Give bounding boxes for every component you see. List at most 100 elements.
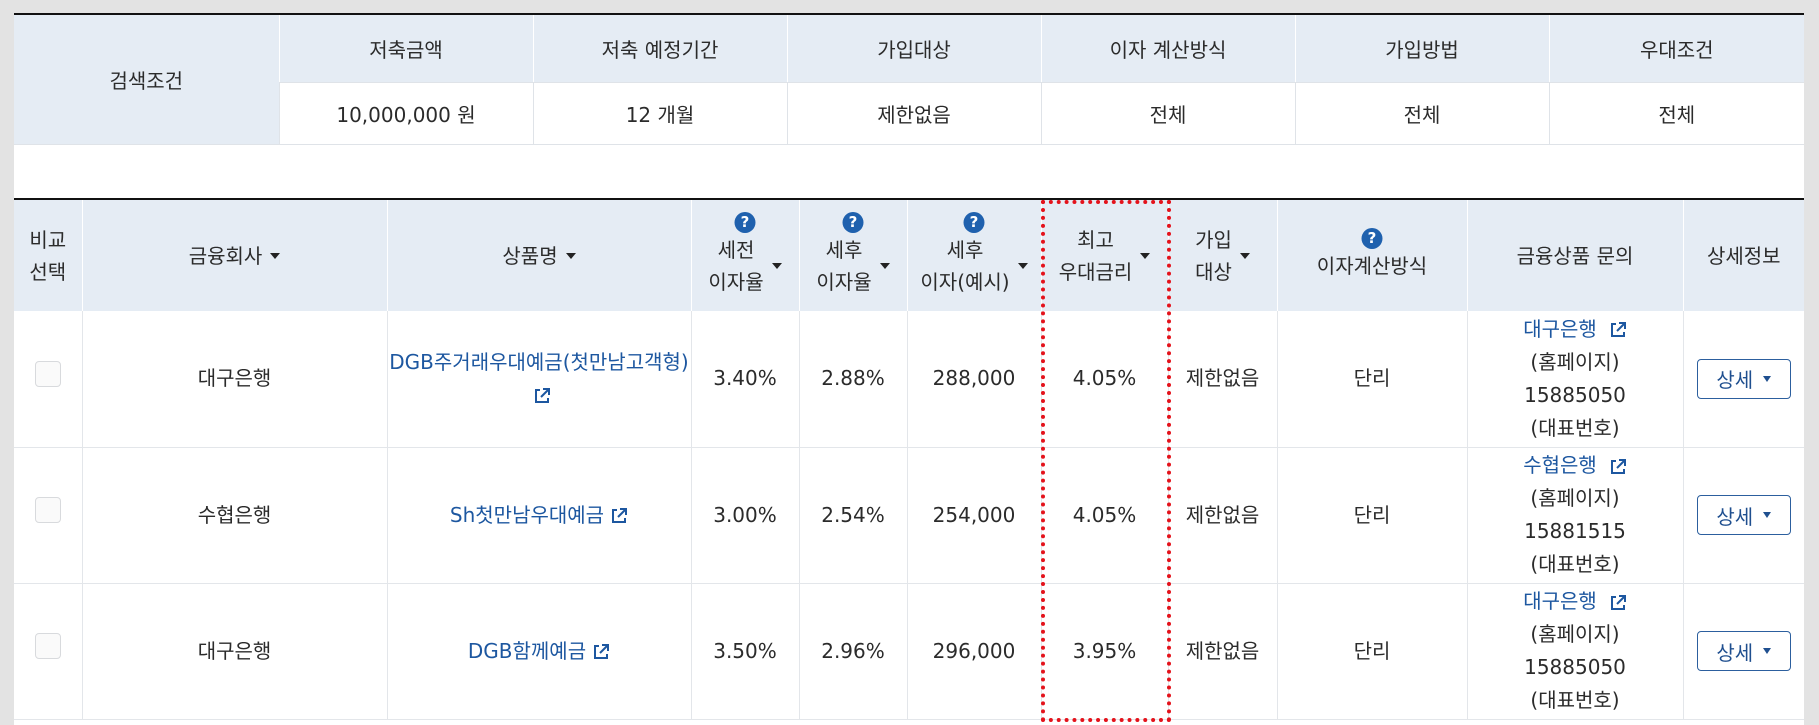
- header-product[interactable]: 상품명: [386, 199, 691, 311]
- header-pretax-rate[interactable]: ? 세전이자율: [690, 199, 799, 311]
- product-link[interactable]: DGB함께예금: [468, 639, 610, 663]
- header-detail: 상세정보: [1682, 199, 1804, 311]
- detail-button[interactable]: 상세: [1696, 358, 1791, 399]
- external-link-icon: [1610, 594, 1626, 610]
- help-icon[interactable]: ?: [842, 212, 864, 233]
- condition-value-preferential: 전체: [1548, 82, 1804, 145]
- product-link[interactable]: DGB주거래우대예금(첫만남고객형): [389, 349, 689, 407]
- chevron-down-icon: [1763, 648, 1772, 654]
- header-company-label: 금융회사: [188, 243, 263, 268]
- condition-value-period: 12 개월: [532, 82, 787, 145]
- aftertax-rate-cell: 2.54%: [798, 447, 907, 584]
- sort-arrow-icon: [565, 252, 576, 259]
- pretax-rate-cell: 3.00%: [690, 447, 799, 584]
- max-rate-cell: 4.05%: [1040, 447, 1168, 584]
- help-icon[interactable]: ?: [1361, 228, 1383, 249]
- detail-cell: 상세: [1682, 311, 1804, 448]
- header-inquiry: 금융상품 문의: [1466, 199, 1683, 311]
- header-max-rate[interactable]: 최고 우대금리: [1040, 199, 1168, 311]
- phone-number: 15885050: [1524, 655, 1626, 679]
- pretax-rate-cell: 3.40%: [690, 311, 799, 448]
- bank-link-label: 수협은행: [1523, 453, 1597, 477]
- help-icon[interactable]: ?: [963, 212, 985, 233]
- chevron-down-icon: [1763, 375, 1772, 382]
- sort-arrow-icon: [879, 262, 890, 269]
- target-cell: 제한없음: [1167, 583, 1277, 720]
- sort-arrow-icon: [1239, 252, 1250, 259]
- condition-header-calc-method: 이자 계산방식: [1040, 14, 1295, 83]
- product-link[interactable]: Sh첫만남우대예금: [450, 503, 628, 527]
- header-aftertax-rate[interactable]: ? 세후 이자율: [798, 199, 907, 311]
- product-cell: DGB주거래우대예금(첫만남고객형): [386, 311, 691, 448]
- product-name: DGB주거래우대예금(첫만남고객형): [389, 349, 689, 374]
- product-cell: Sh첫만남우대예금: [386, 447, 691, 584]
- sort-arrow-icon: [771, 262, 782, 269]
- header-aftertax-interest[interactable]: ? 세후 이자(예시): [906, 199, 1041, 311]
- interest-cell: 288,000: [906, 311, 1041, 448]
- inquiry-cell: 수협은행 (홈페이지) 15881515 (대표번호): [1466, 447, 1683, 584]
- inquiry-cell: 대구은행 (홈페이지) 15885050 (대표번호): [1466, 311, 1683, 448]
- calc-cell: 단리: [1276, 447, 1467, 584]
- condition-header-preferential: 우대조건: [1548, 14, 1804, 83]
- header-aftertax-line2: 이자율: [816, 269, 872, 294]
- condition-header-amount: 저축금액: [278, 14, 533, 83]
- header-maxrate-line2: 우대금리: [1058, 259, 1133, 284]
- homepage-label: (홈페이지): [1530, 622, 1620, 646]
- bank-link-label: 대구은행: [1523, 316, 1597, 341]
- header-calc-method: ? 이자계산방식: [1276, 199, 1467, 311]
- search-condition-table: 검색조건 저축금액 저축 예정기간 가입대상 이자 계산방식 가입방법 우대조건…: [14, 13, 1804, 145]
- rep-number-label: (대표번호): [1530, 552, 1620, 576]
- detail-cell: 상세: [1682, 583, 1804, 720]
- search-condition-label: 검색조건: [14, 14, 279, 145]
- chevron-down-icon: [1763, 512, 1772, 518]
- product-name: Sh첫만남우대예금: [449, 502, 605, 527]
- homepage-label: (홈페이지): [1530, 486, 1620, 510]
- calc-cell: 단리: [1276, 583, 1467, 720]
- company-cell: 수협은행: [81, 447, 387, 584]
- results-table: 비교 선택 금융회사 상품명 ? 세전 이자율 ? 세후 이자율 ? 세후 이자…: [14, 198, 1804, 720]
- header-pretax-line1: 세전: [717, 237, 755, 262]
- company-cell: 대구은행: [81, 583, 387, 720]
- header-interest-line1: 세후: [946, 237, 984, 262]
- detail-button[interactable]: 상세: [1696, 631, 1791, 671]
- bank-homepage-link[interactable]: 대구은행: [1468, 313, 1683, 346]
- results-header-row: 비교 선택 금융회사 상품명 ? 세전 이자율 ? 세후 이자율 ? 세후 이자…: [14, 199, 1804, 311]
- header-compare-line1: 비교: [29, 227, 67, 252]
- header-target-line1: 가입: [1195, 227, 1232, 252]
- condition-value-join-method: 전체: [1294, 82, 1549, 145]
- product-cell: DGB함께예금: [386, 583, 691, 720]
- sort-arrow-icon: [1017, 262, 1028, 269]
- header-pretax-line2: 이자율: [708, 269, 764, 294]
- company-cell: 대구은행: [81, 311, 387, 448]
- compare-checkbox[interactable]: [34, 633, 61, 659]
- header-company[interactable]: 금융회사: [81, 199, 387, 311]
- sort-arrow-icon: [1140, 252, 1151, 259]
- rep-number-label: (대표번호): [1530, 415, 1620, 440]
- header-target[interactable]: 가입 대상: [1167, 199, 1277, 311]
- compare-checkbox[interactable]: [34, 360, 61, 387]
- external-link-icon: [535, 388, 550, 404]
- inquiry-cell: 대구은행 (홈페이지) 15885050 (대표번호): [1466, 583, 1683, 720]
- interest-cell: 296,000: [906, 583, 1041, 720]
- sort-arrow-icon: [270, 252, 281, 259]
- pretax-rate-cell: 3.50%: [690, 583, 799, 720]
- header-compare-line2: 선택: [29, 259, 67, 284]
- compare-checkbox[interactable]: [34, 497, 61, 523]
- detail-button-label: 상세: [1716, 368, 1754, 393]
- condition-value-amount: 10,000,000 원: [278, 82, 533, 145]
- detail-button-label: 상세: [1716, 504, 1754, 529]
- interest-cell: 254,000: [906, 447, 1041, 584]
- help-icon[interactable]: ?: [734, 212, 756, 233]
- homepage-label: (홈페이지): [1530, 349, 1620, 374]
- condition-header-period: 저축 예정기간: [532, 14, 787, 83]
- bank-homepage-link[interactable]: 대구은행: [1468, 585, 1683, 618]
- external-link-icon: [1610, 322, 1626, 338]
- aftertax-rate-cell: 2.96%: [798, 583, 907, 720]
- header-product-label: 상품명: [502, 243, 558, 268]
- detail-button[interactable]: 상세: [1696, 495, 1791, 535]
- external-link-icon: [612, 508, 628, 523]
- page: 검색조건 저축금액 저축 예정기간 가입대상 이자 계산방식 가입방법 우대조건…: [0, 0, 1819, 725]
- bank-homepage-link[interactable]: 수협은행: [1468, 449, 1683, 482]
- condition-value-calc-method: 전체: [1040, 82, 1295, 145]
- detail-cell: 상세: [1682, 447, 1804, 584]
